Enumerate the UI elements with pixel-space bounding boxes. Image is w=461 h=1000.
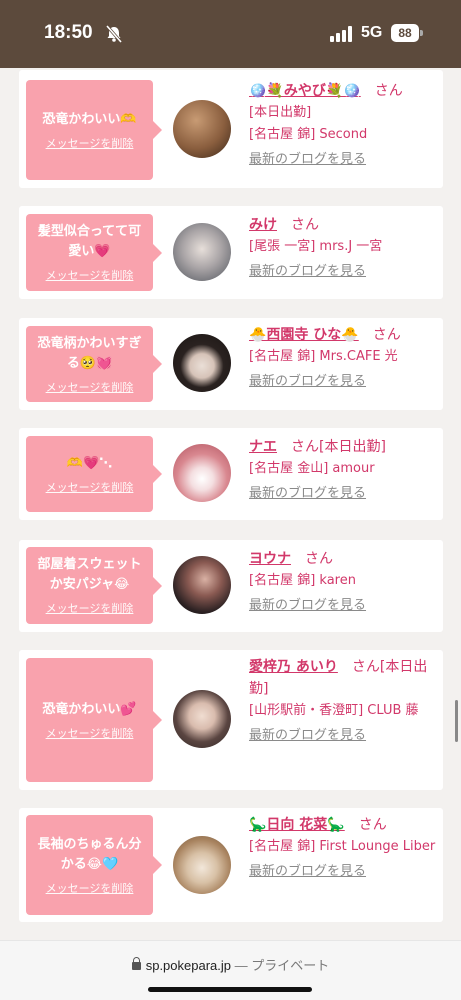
message-text: 恐竜かわいい🫶 xyxy=(42,111,137,127)
shop-line: [名古屋 錦] Second xyxy=(249,127,368,142)
message-bubble: 部屋着スウェットか安パジャ😂 メッセージを削除 xyxy=(26,547,162,624)
delete-message-link[interactable]: メッセージを削除 xyxy=(46,479,134,495)
profile-info: 愛梓乃 あいり さん[本日出勤] [山形駅前・香澄町] CLUB 藤 最新のブログ… xyxy=(249,656,437,746)
message-bubble: 長袖のちゅるん分かる😂🩵 メッセージを削除 xyxy=(26,815,162,915)
message-card: 恐竜柄かわいすぎる🥺💓 メッセージを削除 🐣西園寺 ひな🐣 さん [名古屋 錦] … xyxy=(19,318,443,410)
message-bubble: 恐竜かわいい🫶 メッセージを削除 xyxy=(26,80,162,180)
url-separator: — xyxy=(234,958,248,973)
latest-blog-link[interactable]: 最新のブログを見る xyxy=(249,862,437,882)
silent-bell-icon xyxy=(105,25,123,43)
message-bubble: 髪型似合ってて可愛い💗 メッセージを削除 xyxy=(26,214,162,291)
shop-line: [山形駅前・香澄町] CLUB 藤 xyxy=(249,703,419,718)
message-card: 恐竜かわいい💕 メッセージを削除 愛梓乃 あいり さん[本日出勤] [山形駅前・香… xyxy=(19,650,443,790)
latest-blog-link[interactable]: 最新のブログを見る xyxy=(249,726,437,746)
message-card: 長袖のちゅるん分かる😂🩵 メッセージを削除 🦕日向 花菜🦕 さん [名古屋 錦] … xyxy=(19,808,443,922)
delete-message-link[interactable]: メッセージを削除 xyxy=(46,880,134,896)
profile-info: 🐣西園寺 ひな🐣 さん [名古屋 錦] Mrs.CAFE 光 最新のブログを見る xyxy=(249,324,437,392)
signal-icon xyxy=(330,26,352,42)
latest-blog-link[interactable]: 最新のブログを見る xyxy=(249,596,437,616)
honorific: さん xyxy=(305,551,333,567)
honorific: さん[本日出勤] xyxy=(291,439,386,455)
delete-message-link[interactable]: メッセージを削除 xyxy=(46,600,134,616)
profile-info: ナエ さん[本日出勤] [名古屋 金山] amour 最新のブログを見る xyxy=(249,436,437,504)
message-text: 🫶💗⋱ xyxy=(66,455,113,471)
status-bar: 18:50 5G 88 xyxy=(0,0,461,68)
profile-info: みけ さん [尾張 一宮] mrs.J 一宮 最新のブログを見る xyxy=(249,214,437,282)
cast-name-link[interactable]: 愛梓乃 あいり xyxy=(249,659,338,675)
avatar[interactable] xyxy=(173,334,231,392)
cast-name-link[interactable]: 🐣西園寺 ひな🐣 xyxy=(249,327,359,343)
cast-name-link[interactable]: ヨウナ xyxy=(249,551,291,567)
message-card: 部屋着スウェットか安パジャ😂 メッセージを削除 ヨウナ さん [名古屋 錦] ka… xyxy=(19,540,443,632)
meta-line: [本日出勤] xyxy=(249,105,312,120)
avatar[interactable] xyxy=(173,690,231,748)
shop-line: [名古屋 金山] amour xyxy=(249,461,375,476)
latest-blog-link[interactable]: 最新のブログを見る xyxy=(249,262,437,282)
profile-info: 🦕日向 花菜🦕 さん [名古屋 錦] First Lounge Liber 最新の… xyxy=(249,814,437,882)
message-card: 髪型似合ってて可愛い💗 メッセージを削除 みけ さん [尾張 一宮] mrs.J … xyxy=(19,206,443,299)
battery-icon: 88 xyxy=(391,24,419,42)
scrollbar[interactable] xyxy=(455,700,458,742)
message-text: 長袖のちゅるん分かる😂🩵 xyxy=(37,836,142,872)
latest-blog-link[interactable]: 最新のブログを見る xyxy=(249,150,437,170)
delete-message-link[interactable]: メッセージを削除 xyxy=(46,725,134,741)
message-bubble: 🫶💗⋱ メッセージを削除 xyxy=(26,436,162,512)
url-domain: sp.pokepara.jp xyxy=(145,958,231,973)
cast-name-link[interactable]: 🦕日向 花菜🦕 xyxy=(249,817,345,833)
message-text: 恐竜かわいい💕 xyxy=(42,701,137,717)
profile-info: ヨウナ さん [名古屋 錦] karen 最新のブログを見る xyxy=(249,548,437,616)
home-indicator[interactable] xyxy=(148,987,312,992)
message-text: 部屋着スウェットか安パジャ😂 xyxy=(37,557,142,592)
network-type: 5G xyxy=(361,24,383,41)
status-time: 18:50 xyxy=(44,22,93,43)
cast-name-link[interactable]: みけ xyxy=(249,217,277,233)
honorific: さん xyxy=(291,217,319,233)
lock-icon xyxy=(131,957,141,970)
delete-message-link[interactable]: メッセージを削除 xyxy=(46,135,134,151)
latest-blog-link[interactable]: 最新のブログを見る xyxy=(249,484,437,504)
message-card: 恐竜かわいい🫶 メッセージを削除 🪩💐みやび💐🪩 さん [本日出勤] [名古屋 錦… xyxy=(19,70,443,188)
avatar[interactable] xyxy=(173,223,231,281)
shop-line: [尾張 一宮] mrs.J 一宮 xyxy=(249,239,383,254)
browser-address-bar[interactable]: sp.pokepara.jp — プライベート xyxy=(0,940,461,1000)
message-text: 恐竜柄かわいすぎる🥺💓 xyxy=(37,335,142,371)
message-text: 髪型似合ってて可愛い💗 xyxy=(37,224,142,259)
honorific: さん xyxy=(358,817,387,833)
delete-message-link[interactable]: メッセージを削除 xyxy=(46,379,134,395)
avatar[interactable] xyxy=(173,100,231,158)
message-bubble: 恐竜かわいい💕 メッセージを削除 xyxy=(26,658,162,782)
profile-info: 🪩💐みやび💐🪩 さん [本日出勤] [名古屋 錦] Second 最新のブログを見… xyxy=(249,80,437,170)
cast-name-link[interactable]: 🪩💐みやび💐🪩 xyxy=(249,83,361,99)
avatar[interactable] xyxy=(173,836,231,894)
avatar[interactable] xyxy=(173,444,231,502)
delete-message-link[interactable]: メッセージを削除 xyxy=(46,267,134,283)
shop-line: [名古屋 錦] karen xyxy=(249,573,356,588)
latest-blog-link[interactable]: 最新のブログを見る xyxy=(249,372,437,392)
shop-line: [名古屋 錦] First Lounge Liber xyxy=(249,839,436,854)
url-display[interactable]: sp.pokepara.jp — プライベート xyxy=(0,955,461,974)
cast-name-link[interactable]: ナエ xyxy=(249,439,277,455)
honorific: さん xyxy=(374,83,403,99)
message-bubble: 恐竜柄かわいすぎる🥺💓 メッセージを削除 xyxy=(26,326,162,402)
battery-tip xyxy=(420,30,423,36)
message-card: 🫶💗⋱ メッセージを削除 ナエ さん[本日出勤] [名古屋 金山] amour 最… xyxy=(19,428,443,520)
shop-line: [名古屋 錦] Mrs.CAFE 光 xyxy=(249,349,398,364)
honorific: さん xyxy=(372,327,401,343)
avatar[interactable] xyxy=(173,556,231,614)
private-mode-label: プライベート xyxy=(251,958,330,973)
